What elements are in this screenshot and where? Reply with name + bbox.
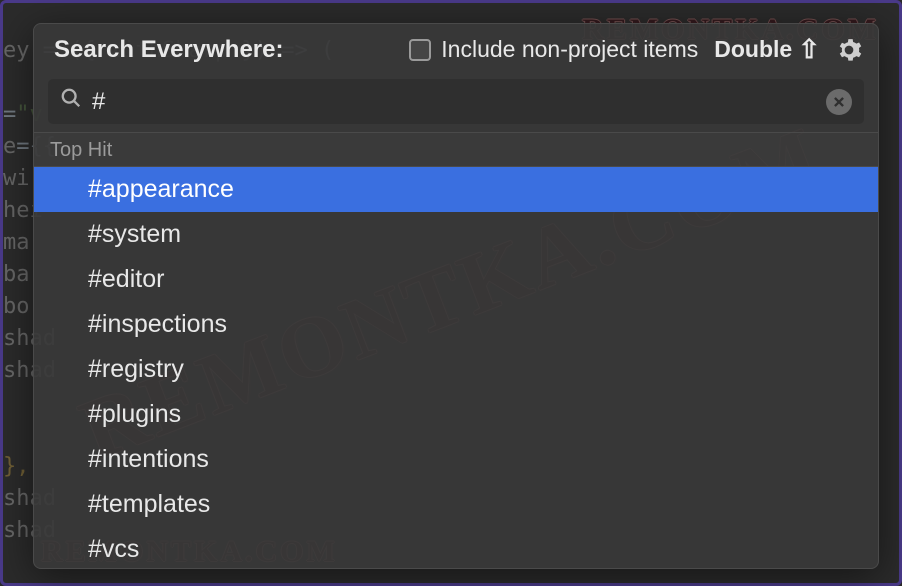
checkbox-label: Include non-project items bbox=[441, 36, 698, 63]
hint-text: Double bbox=[714, 36, 792, 63]
result-item[interactable]: #appearance bbox=[34, 167, 878, 212]
result-item[interactable]: #plugins bbox=[34, 392, 878, 437]
result-item[interactable]: #templates bbox=[34, 482, 878, 527]
gear-icon[interactable] bbox=[836, 37, 862, 63]
search-input-row bbox=[48, 79, 864, 124]
double-shift-hint: Double ⇧ bbox=[714, 34, 820, 65]
result-item[interactable]: #registry bbox=[34, 347, 878, 392]
section-label: Top Hit bbox=[34, 132, 878, 167]
result-item[interactable]: #vcs bbox=[34, 527, 878, 568]
include-nonproject-checkbox[interactable]: Include non-project items bbox=[409, 36, 698, 63]
result-item[interactable]: #editor bbox=[34, 257, 878, 302]
results-list: #appearance #system #editor #inspections… bbox=[34, 167, 878, 568]
search-input[interactable] bbox=[92, 88, 816, 116]
search-everywhere-popup: Search Everywhere: Include non-project i… bbox=[33, 23, 879, 569]
popup-header: Search Everywhere: Include non-project i… bbox=[34, 24, 878, 75]
clear-icon[interactable] bbox=[826, 89, 852, 115]
shift-icon: ⇧ bbox=[798, 34, 820, 65]
popup-title: Search Everywhere: bbox=[54, 36, 283, 64]
result-item[interactable]: #intentions bbox=[34, 437, 878, 482]
result-item[interactable]: #inspections bbox=[34, 302, 878, 347]
result-item[interactable]: #system bbox=[34, 212, 878, 257]
search-icon bbox=[60, 87, 82, 116]
checkbox-box[interactable] bbox=[409, 39, 431, 61]
